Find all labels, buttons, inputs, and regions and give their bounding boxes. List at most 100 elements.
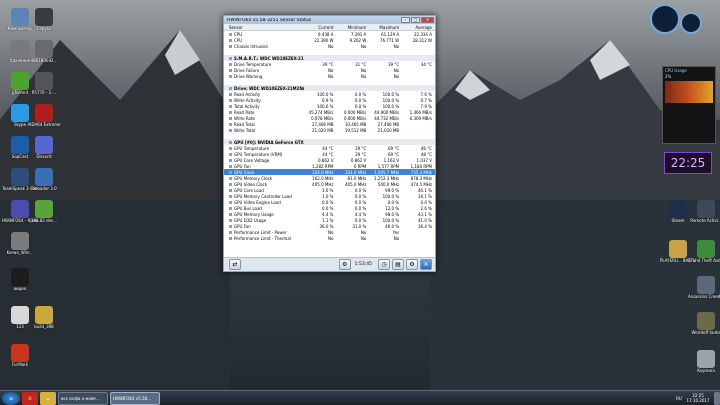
sensor-row[interactable]: Total Activity 100.0 % 0.0 % 100.0 % 7.9 % (224, 103, 435, 109)
desktop-icon[interactable]: Kerwe_Winl... (2, 232, 38, 255)
sensor-row[interactable]: GPU Temperature (VRM) 44 °C 29 °C 69 °C 48 °… (224, 151, 435, 157)
cpu-usage-gadget: CPU Usage 2% (662, 66, 716, 144)
col-maximum[interactable]: Maximum (369, 25, 402, 30)
sensor-table[interactable]: CPU 9.438 A 7.391 A 61.129 A 22.334 A CPU 22.3… (224, 31, 435, 257)
sensor-row[interactable]: Performance Limit - Thermal No No No (224, 235, 435, 241)
value-current: 6.9 % (322, 97, 334, 103)
sensor-row[interactable]: GPU Clock 324.0 MHz 324.0 MHz 1,595.7 MHz 73… (224, 169, 435, 175)
sensor-row[interactable]: Write Activity 6.9 % 0.0 % 100.0 % 0.7 % (224, 97, 435, 103)
desktop-icon[interactable]: 486183692... (26, 40, 62, 63)
value-maximum: 100.0 % (382, 103, 400, 109)
desktop-icon[interactable]: Remote Activi... (688, 200, 720, 223)
desktop-icon[interactable]: Reloader 3.0 (26, 168, 62, 191)
value-minimum: 0.0 % (354, 205, 367, 211)
sensor-row[interactable]: GPU Memory Clock 162.0 MHz 81.0 MHz 1,252.3… (224, 175, 435, 181)
value-current: 1.0 % (322, 193, 334, 199)
sensor-label: GPU Temperature (234, 145, 270, 151)
opera-icon[interactable]: O (22, 391, 38, 405)
sensor-icon (229, 98, 232, 102)
show-desktop-button[interactable] (714, 391, 720, 405)
value-maximum: 61.129 A (381, 31, 400, 37)
window-titlebar[interactable]: HWiNFO64 v5.58-3255 Sensor Status – □ ✕ (224, 16, 435, 24)
sensor-icon (229, 56, 232, 60)
col-minimum[interactable]: Minimum (336, 25, 369, 30)
sensor-row[interactable]: GPU D3D Usage 1.1 % 0.0 % 100.0 % 41.0 % (224, 217, 435, 223)
value-maximum: 12.0 % (385, 205, 400, 211)
taskbar-item[interactable]: все инфа о мойе... (58, 391, 108, 405)
sensor-label: Read Activity (234, 91, 261, 97)
sensor-icon (229, 128, 232, 132)
desktop-icon[interactable]: Grand Theft Auto V (688, 240, 720, 263)
sensor-name: Total Activity (224, 104, 304, 109)
start-button[interactable]: ⊞ (2, 391, 20, 405)
sensor-name: GPU Temperature (224, 146, 304, 151)
sensor-row[interactable]: Drive Temperature 39 °C 31 °C 39 °C 34 °C (224, 61, 435, 67)
sensor-row[interactable]: GPU Bus Load 0.0 % 0.0 % 12.0 % 2.6 % (224, 205, 435, 211)
sensor-row[interactable]: GPU Fan 36.0 % 31.0 % 46.0 % 36.4 % (224, 223, 435, 229)
sensor-label: GPU Fan (234, 223, 251, 229)
sensor-icon (229, 116, 232, 120)
value-average: 0.7 % (420, 97, 432, 103)
system-clock[interactable]: 22:25 17.10.2017 (684, 393, 712, 403)
desktop-icon-label: Worldoff tanks (691, 330, 720, 335)
minimize-button[interactable]: – (401, 17, 410, 23)
sensor-row[interactable]: GPU Core Load 1.0 % 0.0 % 99.0 % 40.1 % (224, 187, 435, 193)
value-average: 36.4 % (418, 223, 432, 229)
col-sensor[interactable]: Sensor (224, 25, 304, 30)
close-sensors-button[interactable]: ✕ (420, 259, 432, 270)
sensor-row[interactable]: GPU Temperature 44 °C 29 °C 69 °C 46 °C (224, 145, 435, 151)
desktop-icon[interactable]: Discord (26, 136, 62, 159)
network-icon[interactable]: ⚙ (338, 259, 351, 270)
clock-icon[interactable]: ◷ (378, 259, 390, 270)
close-button[interactable]: ✕ (421, 17, 434, 23)
value-minimum: 0 RPM (353, 163, 367, 169)
value-average: 28.312 W (412, 37, 432, 43)
nav-arrows-button[interactable]: ⇄ (229, 259, 241, 270)
value-minimum: 4.4 % (354, 211, 367, 217)
desktop-icon[interactable]: Worldoff tanks (688, 312, 720, 335)
taskbar-item-active[interactable]: HWiNFO64 v5.58... (110, 391, 160, 405)
sensor-name: GPU Memory Controller Load (224, 194, 304, 199)
value-current: 1.0 % (322, 187, 334, 193)
report-icon[interactable]: ▤ (392, 259, 404, 270)
sensor-row[interactable]: GPU Video Clock 405.0 MHz 405.0 MHz 540.0 M… (224, 181, 435, 187)
desktop-icon[interactable]: R5770 - 1-... (26, 72, 62, 95)
sensor-row[interactable]: Write Rate 0.978 MB/s 0.000 MB/s 44.732 MB/… (224, 115, 435, 121)
value-minimum: 9.262 W (349, 37, 367, 43)
sensor-row[interactable]: CPU 22.390 W 9.262 W 76.771 W 28.312 W (224, 37, 435, 43)
sensor-label: Drive Failure (234, 67, 260, 73)
desktop-icon[interactable]: AIDA64 Extreme (26, 104, 62, 127)
value-maximum: 100.0 % (382, 97, 400, 103)
desktop-icon[interactable]: build_398 (26, 306, 62, 329)
sensor-row[interactable]: GPU Memory Usage 4.4 % 4.4 % 98.0 % 43.1 % (224, 211, 435, 217)
desktop-icon[interactable]: Assassins Creed Unity (688, 276, 720, 299)
value-minimum: 0.0 % (354, 187, 367, 193)
language-indicator[interactable]: RU (674, 392, 684, 405)
settings-icon[interactable]: ⚙ (406, 259, 418, 270)
desktop-icon[interactable]: Корзина (688, 350, 720, 373)
value-minimum: 31 °C (355, 61, 367, 67)
cpu-gadget-value: 2% (665, 74, 672, 79)
desktop-icon-label: FurMark (11, 362, 29, 367)
cpu-history-graph (665, 81, 713, 103)
desktop-icon[interactable]: Герусс (26, 8, 62, 31)
sensor-row[interactable]: GPU Memory Controller Load 1.0 % 0.0 % 100.… (224, 193, 435, 199)
desktop-icon[interactable]: 398.82 des... (26, 200, 62, 223)
sensor-row[interactable]: Read Rate 45.274 MB/s 0.000 MB/s 44.900 MB/… (224, 109, 435, 115)
sensor-row[interactable]: CPU 9.438 A 7.391 A 61.129 A 22.334 A (224, 31, 435, 37)
maximize-button[interactable]: □ (411, 17, 420, 23)
sensor-icon (229, 110, 232, 114)
col-average[interactable]: Average (402, 25, 435, 30)
sensor-label: Drive Temperature (234, 61, 272, 67)
sensor-name: Write Total (224, 128, 304, 133)
desktop-icon[interactable]: видео (2, 268, 38, 291)
sensor-label: GPU Clock (234, 169, 255, 175)
explorer-icon[interactable]: ▭ (40, 391, 56, 405)
col-current[interactable]: Current (304, 25, 337, 30)
desktop-icon[interactable]: FurMark (2, 344, 38, 367)
sensor-row[interactable]: Read Activity 100.0 % 0.0 % 100.0 % 7.6 % (224, 91, 435, 97)
value-maximum: 100.0 % (382, 91, 400, 97)
sensor-row[interactable]: GPU Core Voltage 0.862 V 0.862 V 1.162 V 1.0… (224, 157, 435, 163)
sensor-row[interactable]: GPU Fan 1,282 RPM 0 RPM 1,577 RPM 1,184 RPM (224, 163, 435, 169)
sensor-row[interactable]: GPU Video Engine Load 0.0 % 0.0 % 0.0 % 0.0 … (224, 199, 435, 205)
